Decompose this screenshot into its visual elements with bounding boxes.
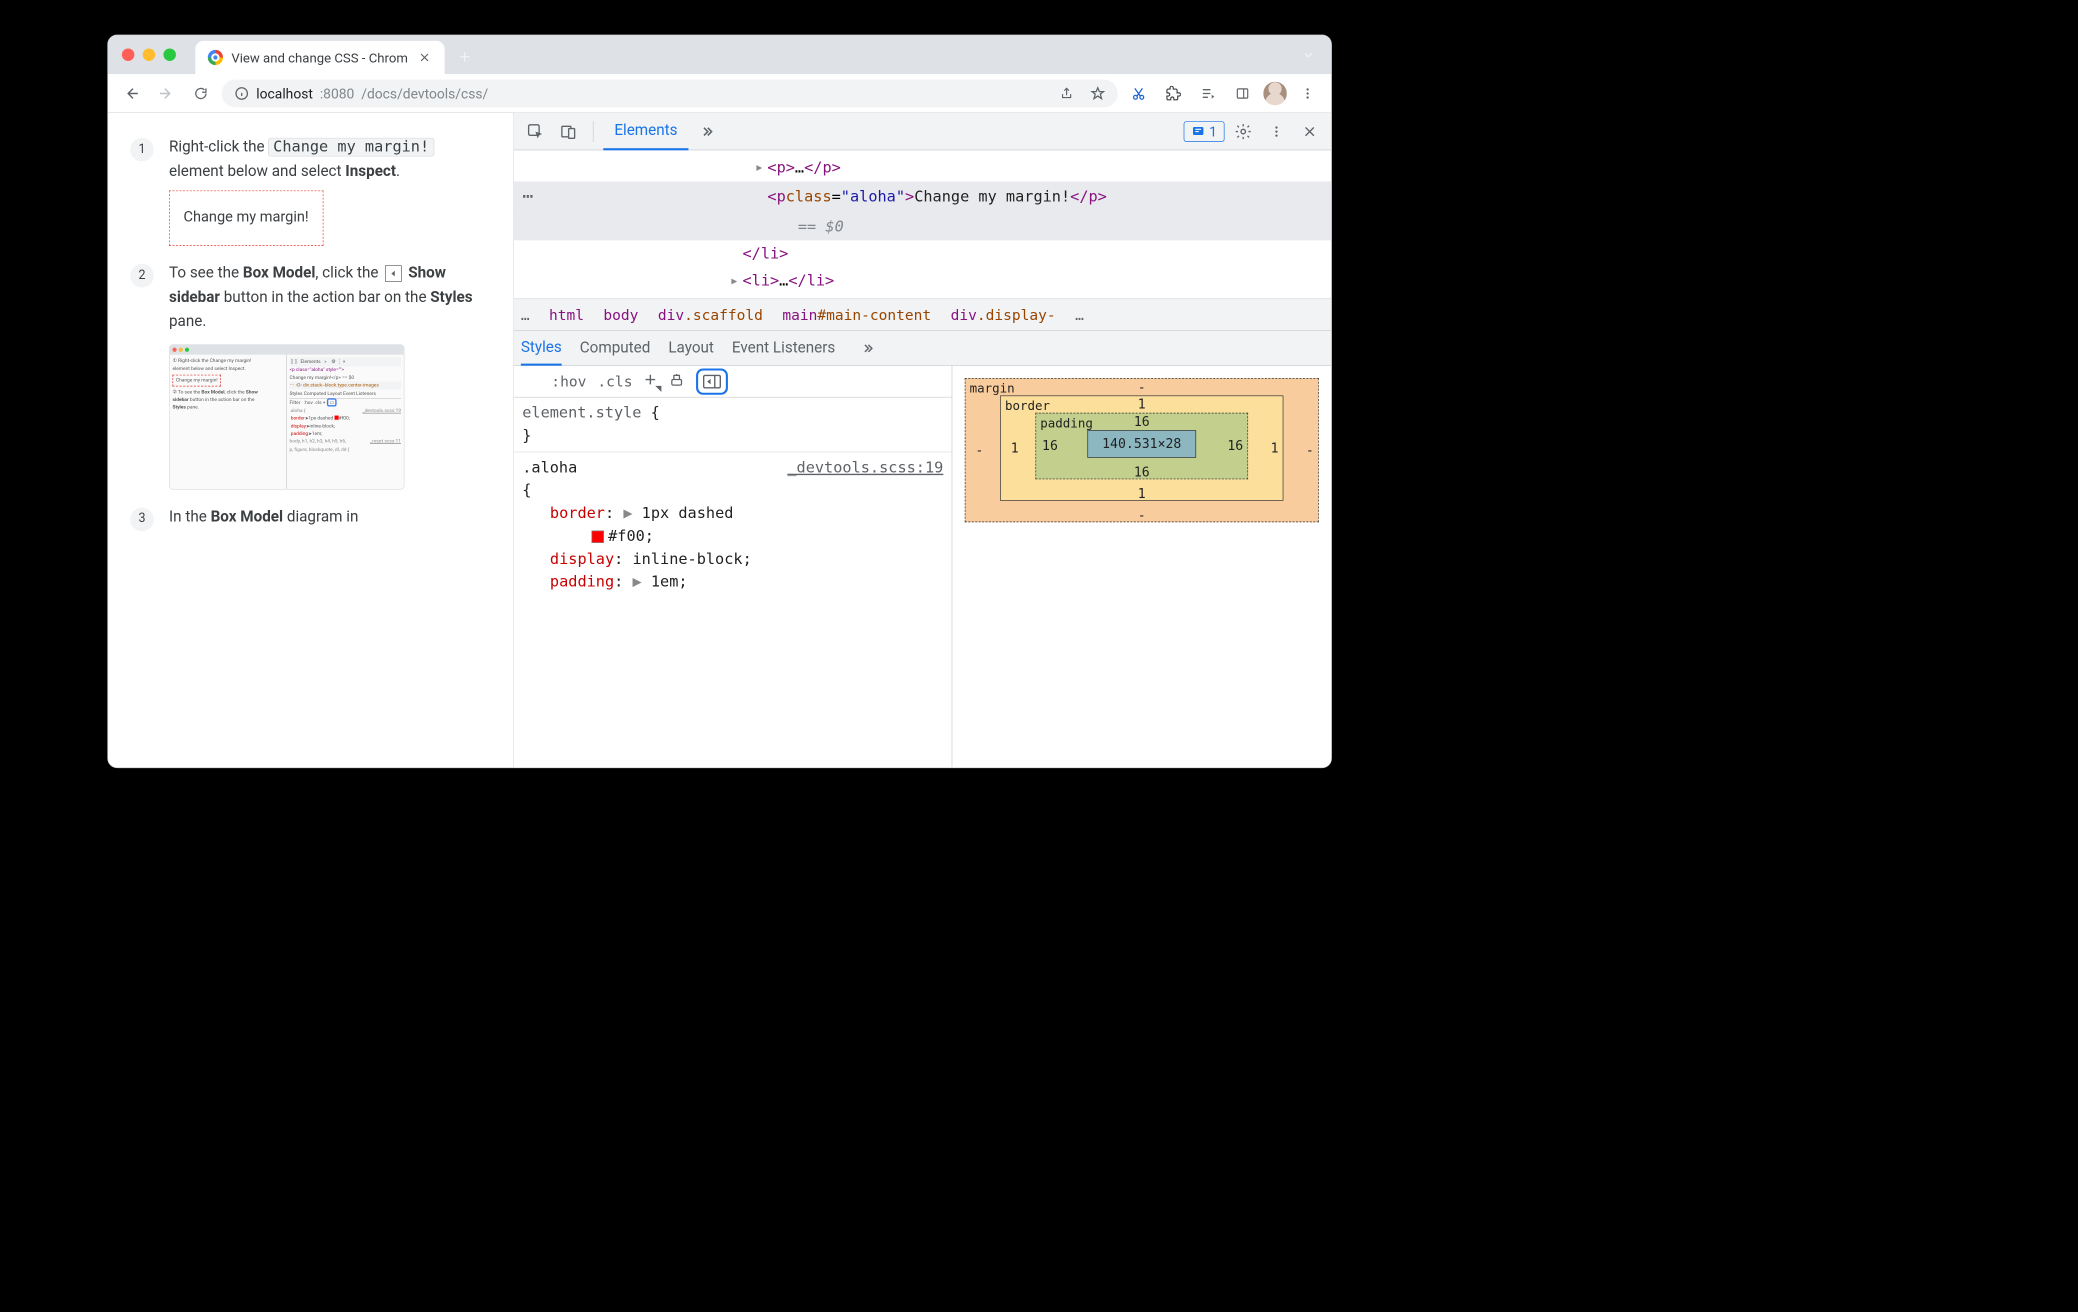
window-minimize-button[interactable] — [143, 48, 155, 60]
screenshot-thumbnail: ① Right-click the Change my margin! elem… — [169, 344, 404, 489]
new-tab-button[interactable] — [450, 42, 479, 71]
show-sidebar-icon — [385, 265, 402, 282]
step-3-text: In the Box Model diagram in — [169, 505, 358, 531]
bookmark-star-icon[interactable] — [1090, 86, 1105, 101]
settings-gear-icon[interactable] — [1229, 117, 1258, 146]
devtools-close-icon[interactable] — [1295, 117, 1324, 146]
tab-title: View and change CSS - Chrom — [231, 50, 408, 66]
window-close-button[interactable] — [122, 48, 134, 60]
side-panel-icon[interactable] — [1229, 79, 1257, 107]
subtab-event-listeners[interactable]: Event Listeners — [732, 331, 835, 366]
url-port: :8080 — [320, 85, 355, 102]
dom-breadcrumb[interactable]: … html body div.scaffold main#main-conte… — [514, 299, 1331, 331]
window-controls — [122, 35, 195, 74]
styles-rules[interactable]: element.style { } .aloha _devtools.scss:… — [514, 398, 952, 768]
crumb-item[interactable]: main#main-content — [782, 307, 931, 324]
source-link[interactable]: _devtools.scss:19 — [787, 457, 943, 480]
step-2-text: To see the Box Model, click the Show sid… — [169, 261, 488, 489]
dom-row-eq0: == $0 — [514, 213, 1331, 240]
crumb-more-left[interactable]: … — [521, 307, 530, 324]
media-control-icon[interactable] — [1194, 79, 1222, 107]
subtab-computed[interactable]: Computed — [580, 331, 651, 366]
devtools-tabbar: Elements 1 — [514, 113, 1331, 150]
paint-flash-button[interactable] — [668, 371, 685, 391]
nav-back-button[interactable] — [118, 79, 146, 107]
dom-tree[interactable]: ▶ <p>…</p> ⋯ <p class="aloha">Change my … — [514, 150, 1331, 299]
step-number-3: 3 — [130, 507, 154, 531]
devtools-menu-icon[interactable] — [1262, 117, 1291, 146]
tabs-dropdown-button[interactable] — [1294, 35, 1323, 74]
box-model-widget[interactable]: margin - - - - border 1 1 1 1 padding — [952, 366, 1332, 767]
color-swatch[interactable] — [591, 531, 603, 543]
profile-avatar[interactable] — [1263, 81, 1287, 105]
cut-extension-icon[interactable] — [1125, 79, 1153, 107]
extensions-button[interactable] — [1159, 79, 1187, 107]
styles-toolbar: :hov .cls — [514, 366, 952, 398]
tab-favicon — [208, 50, 223, 65]
step-1-text: Right-click the Change my margin! elemen… — [169, 135, 488, 246]
crumb-item[interactable]: div.display- — [951, 307, 1056, 324]
crumb-item[interactable]: html — [549, 307, 584, 324]
devtools-panel: Elements 1 — [514, 113, 1331, 768]
site-info-icon[interactable] — [234, 86, 249, 101]
box-model-content[interactable]: 140.531×28 — [1088, 430, 1196, 458]
address-bar[interactable]: localhost :8080/docs/devtools/css/ — [222, 79, 1118, 107]
window-zoom-button[interactable] — [163, 48, 175, 60]
nav-forward-button — [152, 79, 180, 107]
hov-button[interactable]: :hov — [551, 373, 586, 390]
crumb-more-right[interactable]: … — [1075, 307, 1084, 324]
inspect-element-icon[interactable] — [521, 117, 550, 146]
step-number-2: 2 — [130, 264, 154, 288]
browser-menu-button[interactable] — [1294, 79, 1322, 107]
styles-subtabs: Styles Computed Layout Event Listeners — [514, 331, 1331, 366]
url-path: /docs/devtools/css/ — [361, 85, 488, 102]
code-chip: Change my margin! — [268, 138, 434, 157]
dom-row[interactable]: ▶ <li>…</li> — [514, 267, 1331, 294]
crumb-item[interactable]: body — [603, 307, 638, 324]
issues-badge[interactable]: 1 — [1183, 121, 1224, 142]
tab-close-button[interactable] — [417, 50, 432, 65]
more-subtabs-icon[interactable] — [853, 334, 882, 363]
step-number-1: 1 — [130, 138, 154, 162]
subtab-styles[interactable]: Styles — [521, 331, 562, 366]
more-tabs-icon[interactable] — [693, 117, 722, 146]
dom-row-actions-icon[interactable]: ⋯ — [514, 183, 542, 212]
reload-button[interactable] — [187, 79, 215, 107]
show-sidebar-button[interactable] — [696, 368, 728, 394]
device-toggle-icon[interactable] — [554, 117, 583, 146]
browser-toolbar: localhost :8080/docs/devtools/css/ — [108, 74, 1331, 113]
page-content: 1 Right-click the Change my margin! elem… — [108, 113, 514, 768]
url-host: localhost — [256, 85, 313, 102]
share-icon[interactable] — [1060, 86, 1074, 100]
browser-tab[interactable]: View and change CSS - Chrom — [195, 41, 444, 74]
crumb-item[interactable]: div.scaffold — [658, 307, 763, 324]
dom-row[interactable]: </li> — [514, 240, 1331, 267]
new-style-rule-button[interactable] — [644, 373, 658, 390]
subtab-layout[interactable]: Layout — [668, 331, 714, 366]
tab-strip: View and change CSS - Chrom — [108, 35, 1331, 74]
cls-button[interactable]: .cls — [597, 373, 632, 390]
demo-change-margin[interactable]: Change my margin! — [169, 191, 323, 246]
dom-row-selected[interactable]: ⋯ <p class="aloha">Change my margin!</p> — [514, 182, 1331, 214]
dom-row[interactable]: ▶ <p>…</p> — [514, 154, 1331, 181]
browser-window: View and change CSS - Chrom localhost :80… — [107, 35, 1332, 768]
tab-elements[interactable]: Elements — [603, 113, 688, 150]
